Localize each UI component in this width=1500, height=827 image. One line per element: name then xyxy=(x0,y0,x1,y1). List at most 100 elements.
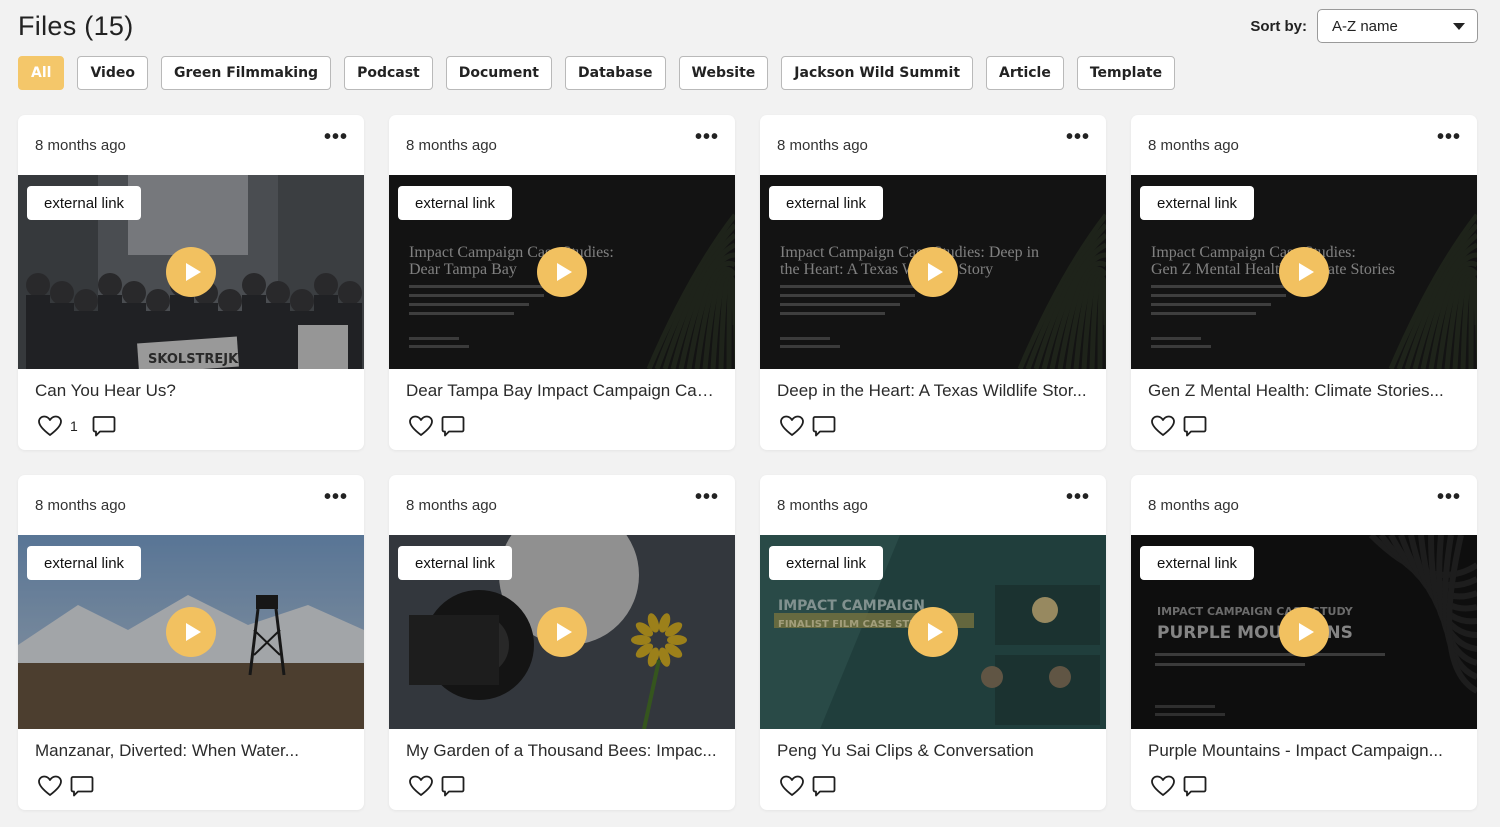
card-title[interactable]: Can You Hear Us? xyxy=(35,381,347,401)
card-timestamp: 8 months ago xyxy=(1148,137,1239,154)
card-actions xyxy=(1151,415,1207,437)
heart-icon[interactable] xyxy=(780,775,804,797)
sort-control: Sort by: A-Z name xyxy=(1250,9,1478,43)
card-title[interactable]: Peng Yu Sai Clips & Conversation xyxy=(777,741,1089,761)
filter-chip-database[interactable]: Database xyxy=(565,56,666,90)
external-link-badge: external link xyxy=(769,186,884,220)
card-title[interactable]: Deep in the Heart: A Texas Wildlife Stor… xyxy=(777,381,1089,401)
sort-value: A-Z name xyxy=(1332,17,1398,35)
video-thumbnail[interactable]: SKOLSTREJK external link xyxy=(18,175,364,369)
heart-icon[interactable] xyxy=(409,775,433,797)
more-options-icon[interactable]: ••• xyxy=(1437,487,1461,507)
card-title[interactable]: Purple Mountains - Impact Campaign... xyxy=(1148,741,1460,761)
card-actions xyxy=(409,415,465,437)
video-thumbnail[interactable]: IMPACT CAMPAIGN CASE STUDY PURPLE MOUNTAI… xyxy=(1131,535,1477,729)
play-icon[interactable] xyxy=(908,607,958,657)
card-actions xyxy=(1151,775,1207,797)
play-icon[interactable] xyxy=(166,607,216,657)
file-card[interactable]: 8 months ago ••• Impact Campaign Case St… xyxy=(389,115,735,450)
video-thumbnail[interactable]: IMPACT CAMPAIGN FINALIST FILM CASE STUDIE… xyxy=(760,535,1106,729)
file-card[interactable]: 8 months ago ••• Impact Campaign Case St… xyxy=(1131,115,1477,450)
filter-chip-video[interactable]: Video xyxy=(77,56,148,90)
video-thumbnail[interactable]: Impact Campaign Case Studies: Dear Tampa … xyxy=(389,175,735,369)
heart-icon[interactable] xyxy=(409,415,433,437)
card-timestamp: 8 months ago xyxy=(1148,497,1239,514)
comment-icon[interactable] xyxy=(441,775,465,797)
card-header: 8 months ago ••• xyxy=(389,475,735,535)
more-options-icon[interactable]: ••• xyxy=(1066,127,1090,147)
card-title[interactable]: My Garden of a Thousand Bees: Impac... xyxy=(406,741,718,761)
file-card[interactable]: 8 months ago ••• IMPACT CAMPAIGN FINALIST… xyxy=(760,475,1106,810)
play-icon[interactable] xyxy=(1279,607,1329,657)
heart-icon[interactable] xyxy=(38,415,62,437)
heart-icon[interactable] xyxy=(1151,415,1175,437)
comment-icon[interactable] xyxy=(70,775,94,797)
external-link-badge: external link xyxy=(398,546,513,580)
file-card[interactable]: 8 months ago ••• external link Manzanar,… xyxy=(18,475,364,810)
more-options-icon[interactable]: ••• xyxy=(695,487,719,507)
more-options-icon[interactable]: ••• xyxy=(1437,127,1461,147)
card-timestamp: 8 months ago xyxy=(777,497,868,514)
comment-icon[interactable] xyxy=(812,775,836,797)
video-thumbnail[interactable]: external link xyxy=(389,535,735,729)
heart-icon[interactable] xyxy=(1151,775,1175,797)
like-count: 1 xyxy=(70,418,78,434)
external-link-badge: external link xyxy=(1140,186,1255,220)
file-card[interactable]: 8 months ago ••• SKOLSTREJK external lin… xyxy=(18,115,364,450)
card-header: 8 months ago ••• xyxy=(389,115,735,175)
filter-chip-jackson-wild-summit[interactable]: Jackson Wild Summit xyxy=(781,56,974,90)
page-header: Files (15) Sort by: A-Z name xyxy=(18,6,1478,46)
card-header: 8 months ago ••• xyxy=(1131,115,1477,175)
comment-icon[interactable] xyxy=(441,415,465,437)
card-header: 8 months ago ••• xyxy=(18,115,364,175)
card-timestamp: 8 months ago xyxy=(406,137,497,154)
card-header: 8 months ago ••• xyxy=(760,115,1106,175)
more-options-icon[interactable]: ••• xyxy=(1066,487,1090,507)
filter-chip-green-filmmaking[interactable]: Green Filmmaking xyxy=(160,56,332,90)
video-thumbnail[interactable]: Impact Campaign Case Studies: Gen Z Menta… xyxy=(1131,175,1477,369)
file-card[interactable]: 8 months ago ••• external link My Garden… xyxy=(389,475,735,810)
play-icon[interactable] xyxy=(166,247,216,297)
file-card[interactable]: 8 months ago ••• Impact Campaign Case St… xyxy=(760,115,1106,450)
video-thumbnail[interactable]: Impact Campaign Case Studies: Deep in the… xyxy=(760,175,1106,369)
file-card[interactable]: 8 months ago ••• IMPACT CAMPAIGN CASE ST… xyxy=(1131,475,1477,810)
filter-bar: All Video Green Filmmaking Podcast Document D… xyxy=(18,56,1176,90)
filter-chip-template[interactable]: Template xyxy=(1076,56,1176,90)
comment-icon[interactable] xyxy=(92,415,116,437)
sort-label: Sort by: xyxy=(1250,17,1307,35)
external-link-badge: external link xyxy=(1140,546,1255,580)
card-timestamp: 8 months ago xyxy=(777,137,868,154)
page-title: Files (15) xyxy=(18,10,134,41)
play-icon[interactable] xyxy=(537,247,587,297)
card-actions xyxy=(409,775,465,797)
more-options-icon[interactable]: ••• xyxy=(695,127,719,147)
card-header: 8 months ago ••• xyxy=(18,475,364,535)
card-actions xyxy=(780,775,836,797)
card-title[interactable]: Manzanar, Diverted: When Water... xyxy=(35,741,347,761)
more-options-icon[interactable]: ••• xyxy=(324,487,348,507)
card-actions: 1 xyxy=(38,415,116,437)
filter-chip-website[interactable]: Website xyxy=(678,56,769,90)
card-actions xyxy=(38,775,94,797)
play-icon[interactable] xyxy=(908,247,958,297)
caret-down-icon xyxy=(1453,22,1465,30)
play-icon[interactable] xyxy=(537,607,587,657)
comment-icon[interactable] xyxy=(1183,415,1207,437)
filter-chip-article[interactable]: Article xyxy=(986,56,1064,90)
external-link-badge: external link xyxy=(27,546,142,580)
play-icon[interactable] xyxy=(1279,247,1329,297)
comment-icon[interactable] xyxy=(1183,775,1207,797)
heart-icon[interactable] xyxy=(780,415,804,437)
card-timestamp: 8 months ago xyxy=(35,137,126,154)
video-thumbnail[interactable]: external link xyxy=(18,535,364,729)
card-actions xyxy=(780,415,836,437)
heart-icon[interactable] xyxy=(38,775,62,797)
filter-chip-all[interactable]: All xyxy=(18,56,65,90)
sort-dropdown[interactable]: A-Z name xyxy=(1317,9,1478,43)
more-options-icon[interactable]: ••• xyxy=(324,127,348,147)
filter-chip-document[interactable]: Document xyxy=(445,56,552,90)
card-title[interactable]: Dear Tampa Bay Impact Campaign Cas... xyxy=(406,381,718,401)
comment-icon[interactable] xyxy=(812,415,836,437)
card-title[interactable]: Gen Z Mental Health: Climate Stories... xyxy=(1148,381,1460,401)
filter-chip-podcast[interactable]: Podcast xyxy=(344,56,433,90)
